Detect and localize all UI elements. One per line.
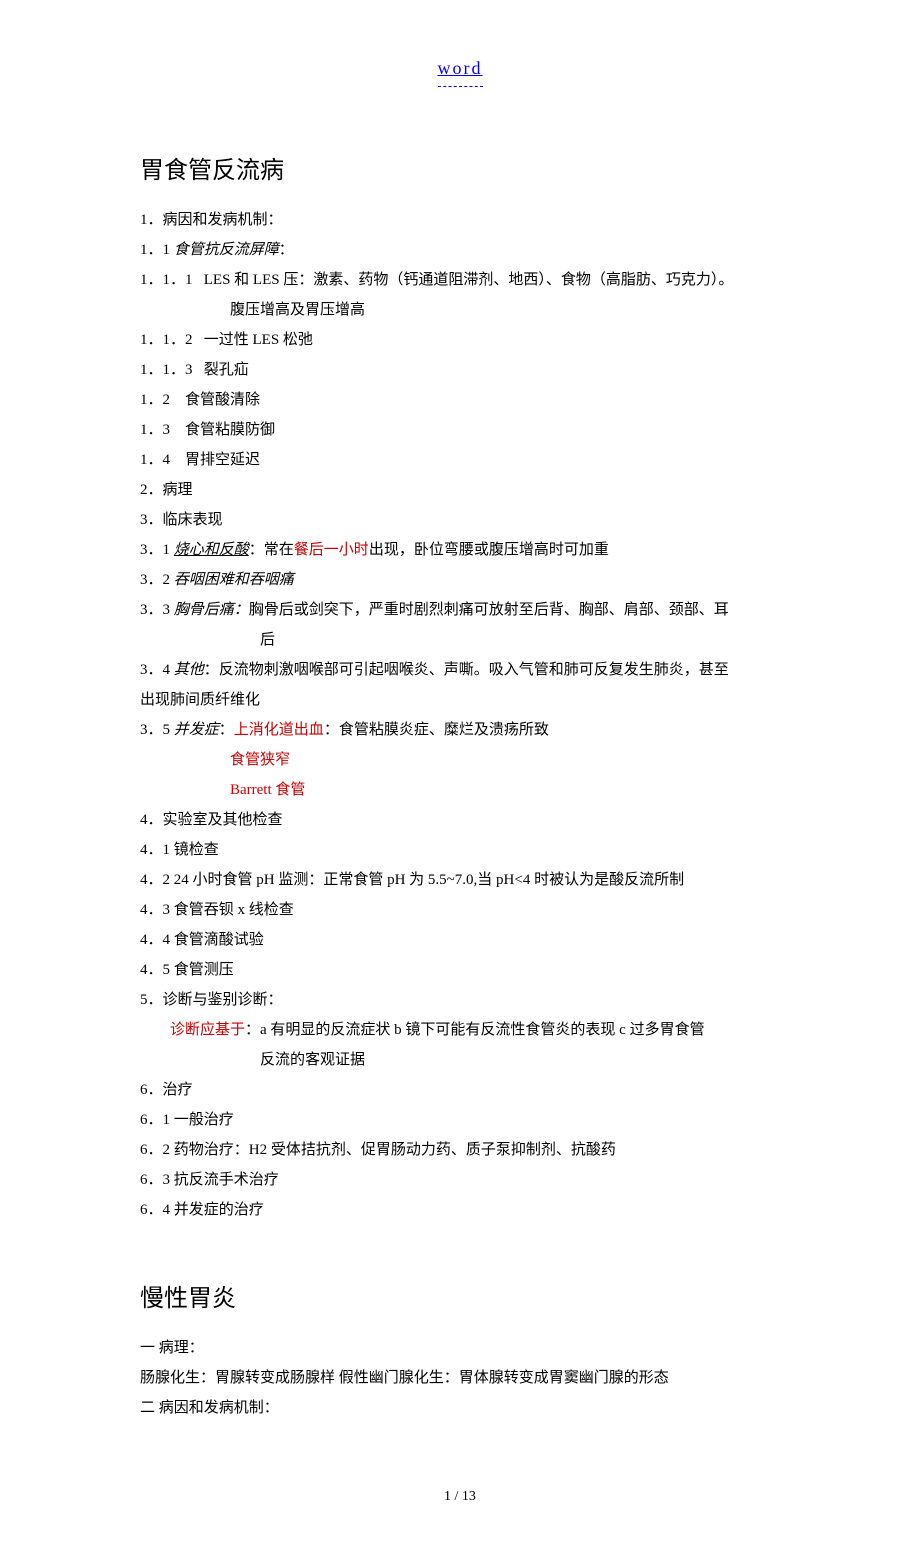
text-line: 3．3 胸骨后痛：胸骨后或剑突下，严重时剧烈刺痛可放射至后背、胸部、肩部、颈部、… (140, 595, 780, 625)
text-line-red: Barrett 食管 (140, 775, 780, 805)
text: ：反流物刺激咽喉部可引起咽喉炎、声嘶。吸入气管和肺可反复发生肺炎，甚至 (204, 662, 729, 678)
text-line-indent: 腹压增高及胃压增高 (140, 295, 780, 325)
spacer (140, 1225, 780, 1265)
text: ：常在 (249, 542, 294, 558)
list-number: 3．3 (140, 602, 174, 618)
text-line: 4．3 食管吞钡 x 线检查 (140, 895, 780, 925)
list-number: 1．1．1 (140, 272, 193, 288)
list-number: 3．2 (140, 572, 174, 588)
text-line: 一 病理： (140, 1333, 780, 1363)
text: 出现，卧位弯腰或腹压增高时可加重 (369, 542, 609, 558)
text-line: 4．2 24 小时食管 pH 监测：正常食管 pH 为 5.5~7.0,当 pH… (140, 865, 780, 895)
text-line-indent: 后 (140, 625, 780, 655)
text-line: 1．1 食管抗反流屏障： (140, 235, 780, 265)
text: 一过性 LES 松弛 (204, 332, 313, 348)
text-line: 6．治疗 (140, 1075, 780, 1105)
text-line: 4．4 食管滴酸试验 (140, 925, 780, 955)
text-red: 诊断应基于 (170, 1022, 245, 1038)
section-title-2: 慢性胃炎 (140, 1275, 780, 1323)
text: LES 和 LES 压：激素、药物（钙通道阻滞剂、地西）、食物（高脂肪、巧克力）… (204, 272, 734, 288)
text-line: 1．4 胃排空延迟 (140, 445, 780, 475)
text: 胃排空延迟 (185, 452, 260, 468)
text-line: 4．实验室及其他检查 (140, 805, 780, 835)
text-italic: 其他 (174, 662, 204, 678)
text-italic-underline: 烧心和反酸 (174, 542, 249, 558)
text-line: 1．2 食管酸清除 (140, 385, 780, 415)
text-line: 诊断应基于：a 有明显的反流症状 b 镜下可能有反流性食管炎的表现 c 过多胃食… (140, 1015, 780, 1045)
text-line: 2．病理 (140, 475, 780, 505)
text-line: 1．1．2 一过性 LES 松弛 (140, 325, 780, 355)
page-container: word 胃食管反流病 1．病因和发病机制： 1．1 食管抗反流屏障： 1．1．… (70, 0, 850, 1551)
text-line: 3．2 吞咽困难和吞咽痛 (140, 565, 780, 595)
text-italic: 胸骨后痛： (174, 602, 249, 618)
list-number: 3．4 (140, 662, 174, 678)
text-line: 1．1．1 LES 和 LES 压：激素、药物（钙通道阻滞剂、地西）、食物（高脂… (140, 265, 780, 295)
text-italic: 食管抗反流屏障 (174, 242, 279, 258)
text-line: 6．3 抗反流手术治疗 (140, 1165, 780, 1195)
text-line-indent: 反流的客观证据 (140, 1045, 780, 1075)
text: 裂孔疝 (204, 362, 249, 378)
text-red: 上消化道出血 (234, 722, 324, 738)
text-line: 5．诊断与鉴别诊断： (140, 985, 780, 1015)
header: word (140, 50, 780, 87)
text: 食管粘膜防御 (185, 422, 275, 438)
list-number: 1．2 (140, 392, 170, 408)
text-italic: 并发症 (174, 722, 219, 738)
text: 食管酸清除 (185, 392, 260, 408)
text-line: 6．1 一般治疗 (140, 1105, 780, 1135)
list-number: 1．1．3 (140, 362, 193, 378)
text-line: 二 病因和发病机制： (140, 1393, 780, 1423)
section-title-1: 胃食管反流病 (140, 147, 780, 195)
text-line: 1．病因和发病机制： (140, 205, 780, 235)
list-number: 1．1 (140, 242, 174, 258)
text-line: 6．2 药物治疗：H2 受体拮抗剂、促胃肠动力药、质子泵抑制剂、抗酸药 (140, 1135, 780, 1165)
text-line-red: 食管狭窄 (140, 745, 780, 775)
text-line: 3．临床表现 (140, 505, 780, 535)
list-number: 1．1．2 (140, 332, 193, 348)
list-number: 3．1 (140, 542, 174, 558)
text-red: 餐后一小时 (294, 542, 369, 558)
text-italic: 吞咽困难和吞咽痛 (174, 572, 294, 588)
page-footer: 1 / 13 (140, 1483, 780, 1511)
text: ：食管粘膜炎症、糜烂及溃疡所致 (324, 722, 549, 738)
text-line: 3．4 其他：反流物刺激咽喉部可引起咽喉炎、声嘶。吸入气管和肺可反复发生肺炎，甚… (140, 655, 780, 685)
list-number: 1．3 (140, 422, 170, 438)
text-line: 3．1 烧心和反酸：常在餐后一小时出现，卧位弯腰或腹压增高时可加重 (140, 535, 780, 565)
page-number: 1 / 13 (444, 1489, 476, 1504)
text-line: 出现肺间质纤维化 (140, 685, 780, 715)
text-line: 1．1．3 裂孔疝 (140, 355, 780, 385)
text-line: 4．1 镜检查 (140, 835, 780, 865)
text: ： (279, 242, 294, 258)
text-line: 肠腺化生：胃腺转变成肠腺样 假性幽门腺化生：胃体腺转变成胃窦幽门腺的形态 (140, 1363, 780, 1393)
text-line: 4．5 食管测压 (140, 955, 780, 985)
text-line: 1．3 食管粘膜防御 (140, 415, 780, 445)
text-line: 6．4 并发症的治疗 (140, 1195, 780, 1225)
list-number: 1．4 (140, 452, 170, 468)
text: ：a 有明显的反流症状 b 镜下可能有反流性食管炎的表现 c 过多胃食管 (245, 1022, 705, 1038)
text-line: 3．5 并发症：上消化道出血：食管粘膜炎症、糜烂及溃疡所致 (140, 715, 780, 745)
header-link[interactable]: word (438, 50, 483, 87)
list-number: 3．5 (140, 722, 174, 738)
text: ： (219, 722, 234, 738)
text: 胸骨后或剑突下，严重时剧烈刺痛可放射至后背、胸部、肩部、颈部、耳 (249, 602, 729, 618)
